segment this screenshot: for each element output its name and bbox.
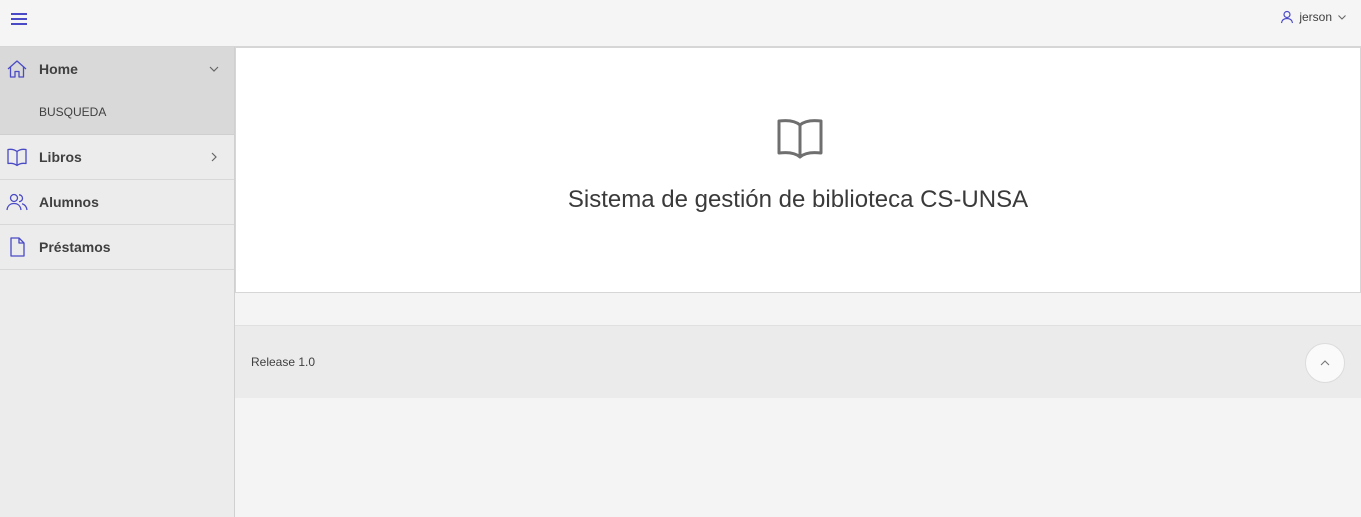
scroll-to-top-button[interactable] (1305, 343, 1345, 383)
book-icon (5, 145, 29, 169)
chevron-down-icon (208, 63, 220, 75)
user-menu-button[interactable]: jerson (1280, 8, 1347, 26)
hero-region: Sistema de gestión de biblioteca CS-UNSA (235, 47, 1361, 293)
users-icon (5, 190, 29, 214)
sidebar-item-libros[interactable]: Libros (0, 135, 234, 180)
user-name: jerson (1299, 10, 1332, 24)
hamburger-menu-button[interactable] (9, 10, 29, 28)
chevron-down-icon (1338, 15, 1346, 20)
footer: Release 1.0 (235, 325, 1361, 398)
release-version: Release 1.0 (251, 355, 316, 369)
sidebar-item-home[interactable]: Home (0, 47, 234, 90)
sidebar-item-label: Préstamos (39, 239, 111, 255)
page-title: Sistema de gestión de biblioteca CS-UNSA (567, 186, 1029, 213)
top-navigation-bar: jerson (0, 0, 1361, 47)
sidebar-item-label: Alumnos (39, 194, 99, 210)
sidebar-item-label: Home (39, 60, 78, 77)
sidebar-item-alumnos[interactable]: Alumnos (0, 180, 234, 225)
book-open-icon (777, 119, 823, 159)
sidebar-subitem-label: BUSQUEDA (39, 105, 107, 119)
chevron-right-icon (208, 151, 220, 163)
sidebar-item-prestamos[interactable]: Préstamos (0, 225, 234, 270)
sidebar-subitem-busqueda[interactable]: BUSQUEDA (0, 90, 234, 135)
home-icon (5, 57, 29, 81)
sidebar-item-label: Libros (39, 149, 82, 165)
document-icon (5, 235, 29, 259)
hamburger-icon (11, 13, 27, 25)
chevron-up-icon (1320, 360, 1330, 366)
sidebar-navigation: Home BUSQUEDA Libros Alumnos Préstamos (0, 47, 235, 517)
user-icon (1281, 10, 1294, 24)
